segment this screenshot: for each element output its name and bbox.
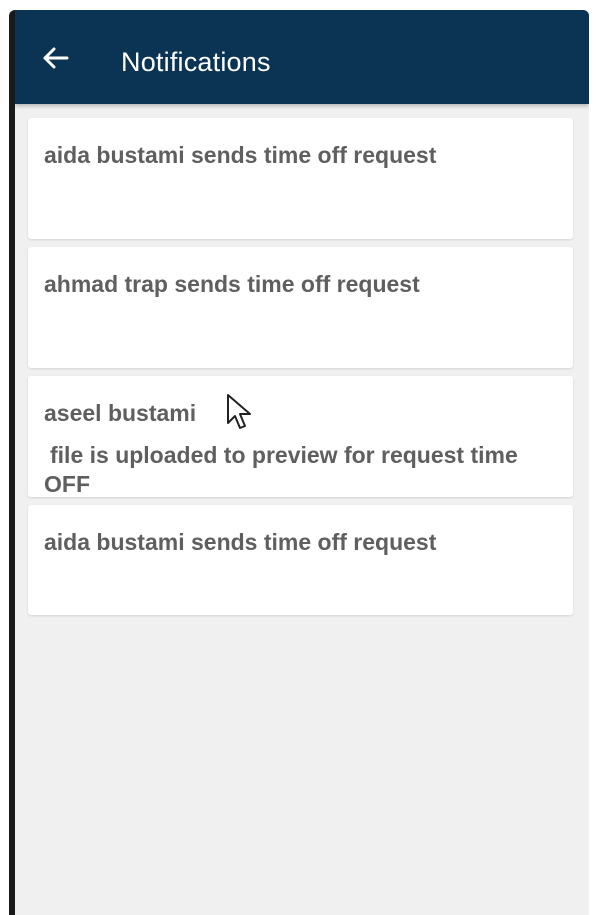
notification-text: ahmad trap sends time off request — [44, 271, 420, 297]
app-screen: Notifications aida bustami sends time of… — [15, 10, 589, 915]
notification-card[interactable]: ahmad trap sends time off request — [28, 247, 573, 368]
page-title: Notifications — [121, 47, 271, 77]
notification-message-continued: OFF — [44, 471, 90, 497]
notification-text: aseel bustami file is uploaded to previe… — [44, 398, 555, 498]
notification-card[interactable]: aseel bustami file is uploaded to previe… — [28, 376, 573, 497]
device-frame: Notifications aida bustami sends time of… — [9, 10, 589, 915]
notification-text: aida bustami sends time off request — [44, 529, 437, 555]
notification-card[interactable]: aida bustami sends time off request — [28, 118, 573, 239]
app-bar: Notifications — [15, 10, 589, 104]
arrow-left-icon — [43, 47, 69, 69]
notification-card[interactable]: aida bustami sends time off request — [28, 505, 573, 615]
notification-sender: aseel bustami — [44, 400, 197, 426]
back-button[interactable] — [37, 40, 73, 76]
notification-message: file is uploaded to preview for request … — [50, 442, 518, 468]
notification-text: aida bustami sends time off request — [44, 142, 437, 168]
mouse-pointer-icon — [226, 393, 254, 433]
